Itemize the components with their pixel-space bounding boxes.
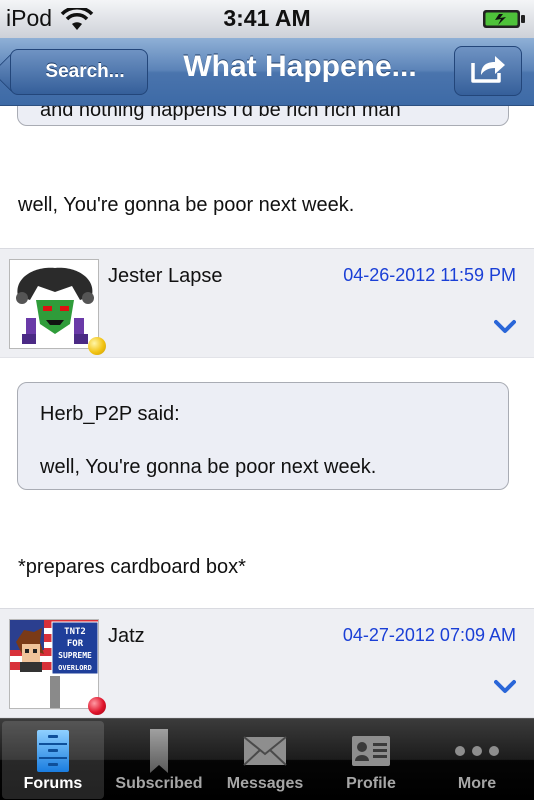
clock: 3:41 AM: [223, 5, 311, 31]
tab-label: Subscribed: [115, 775, 203, 792]
avatar-sign-line-4: OVERLORD: [58, 664, 92, 672]
file-cabinet-icon: [2, 727, 104, 775]
post-date: 04-27-2012 07:09 AM: [342, 625, 516, 645]
quote-box: Herb_P2P said: well, You're gonna be poo…: [17, 382, 509, 490]
id-card-icon: [320, 727, 422, 775]
chevron-down-icon[interactable]: [494, 319, 516, 340]
status-bar: iPod 3:41 AM: [0, 0, 534, 38]
chevron-down-icon[interactable]: [494, 679, 516, 700]
quote-text-partial: and nothing happens I'd be rich rich man: [40, 106, 401, 121]
quote-box-partial: and nothing happens I'd be rich rich man: [17, 106, 509, 126]
post-username[interactable]: Jatz: [108, 625, 145, 648]
post-body: *prepares cardboard box*: [18, 556, 246, 578]
tab-label: Forums: [23, 775, 83, 792]
thread-content: and nothing happens I'd be rich rich man…: [0, 106, 534, 718]
avatar[interactable]: TNT2 FOR SUPREME OVERLORD: [9, 619, 99, 709]
post-username[interactable]: Jester Lapse: [108, 265, 223, 288]
quote-text: well, You're gonna be poor next week.: [40, 456, 377, 478]
tab-messages[interactable]: Messages: [214, 721, 316, 799]
page-title: What Happene...: [183, 50, 417, 83]
tab-bar: Forums Subscribed Messages Profile More: [0, 718, 534, 800]
tab-profile[interactable]: Profile: [320, 721, 422, 799]
post-body: well, You're gonna be poor next week.: [18, 194, 355, 216]
tab-label: More: [457, 775, 497, 792]
post-header[interactable]: TNT2 FOR SUPREME OVERLORD Jatz 04-27-201…: [0, 608, 534, 718]
back-button-label: Search...: [45, 61, 125, 82]
battery-icon: [482, 9, 526, 29]
tab-more[interactable]: More: [426, 721, 528, 799]
post-date: 04-26-2012 11:59 PM: [343, 265, 516, 285]
navigation-bar: Search... What Happene...: [0, 38, 534, 106]
avatar-sign-line-1: TNT2: [64, 627, 86, 637]
tab-forums[interactable]: Forums: [2, 721, 104, 799]
online-status-dot: [88, 337, 106, 355]
envelope-icon: [214, 727, 316, 775]
tab-subscribed[interactable]: Subscribed: [108, 721, 210, 799]
avatar-sign-line-2: FOR: [67, 639, 84, 649]
bookmark-icon: [108, 727, 210, 775]
back-button[interactable]: Search...: [10, 49, 148, 95]
tab-label: Profile: [346, 775, 396, 792]
share-button[interactable]: [454, 46, 522, 96]
avatar-sign-line-3: SUPREME: [58, 651, 92, 660]
more-dots-icon: [426, 727, 528, 775]
share-icon: [469, 53, 507, 90]
offline-status-dot: [88, 697, 106, 715]
quote-author: Herb_P2P said:: [40, 403, 180, 425]
post-header[interactable]: Jester Lapse 04-26-2012 11:59 PM: [0, 248, 534, 358]
tab-label: Messages: [226, 775, 304, 792]
back-button-wrap: Search...: [0, 38, 160, 106]
avatar[interactable]: [9, 259, 99, 349]
